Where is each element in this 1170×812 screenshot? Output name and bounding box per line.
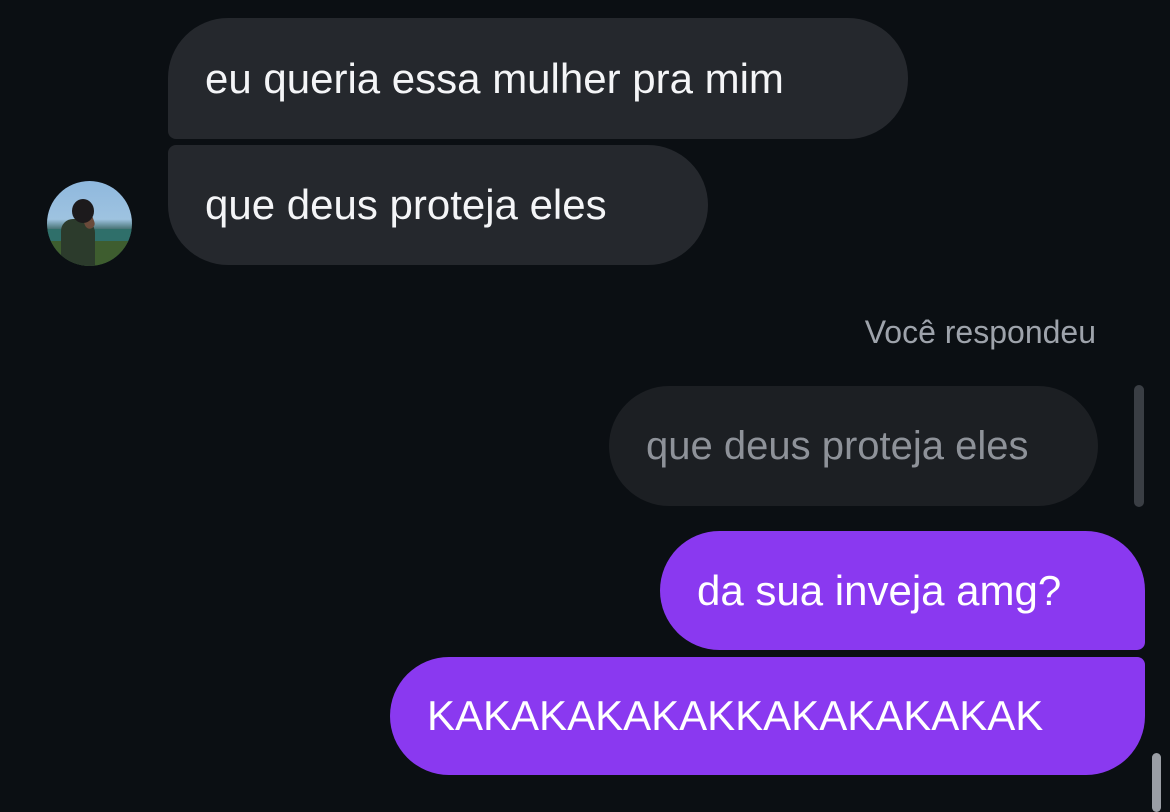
- incoming-message-bubble[interactable]: eu queria essa mulher pra mim: [168, 18, 908, 139]
- message-text: eu queria essa mulher pra mim: [205, 54, 784, 102]
- scrollbar-thumb[interactable]: [1152, 753, 1161, 812]
- reply-quote-bar: [1134, 385, 1144, 507]
- message-text: que deus proteja eles: [205, 181, 607, 228]
- outgoing-message-bubble[interactable]: da sua inveja amg?: [660, 531, 1145, 650]
- avatar-person-head: [72, 199, 94, 223]
- quoted-message-bubble[interactable]: que deus proteja eles: [609, 386, 1098, 506]
- sender-avatar[interactable]: [47, 181, 132, 266]
- message-text: KAKAKAKAKAKKAKAKAKAKAK: [427, 692, 1044, 739]
- outgoing-message-bubble[interactable]: KAKAKAKAKAKKAKAKAKAKAK: [390, 657, 1145, 775]
- quoted-message-text: que deus proteja eles: [646, 423, 1029, 468]
- reply-label: Você respondeu: [864, 314, 1096, 350]
- message-text: da sua inveja amg?: [697, 566, 1062, 614]
- incoming-message-bubble[interactable]: que deus proteja eles: [168, 145, 708, 265]
